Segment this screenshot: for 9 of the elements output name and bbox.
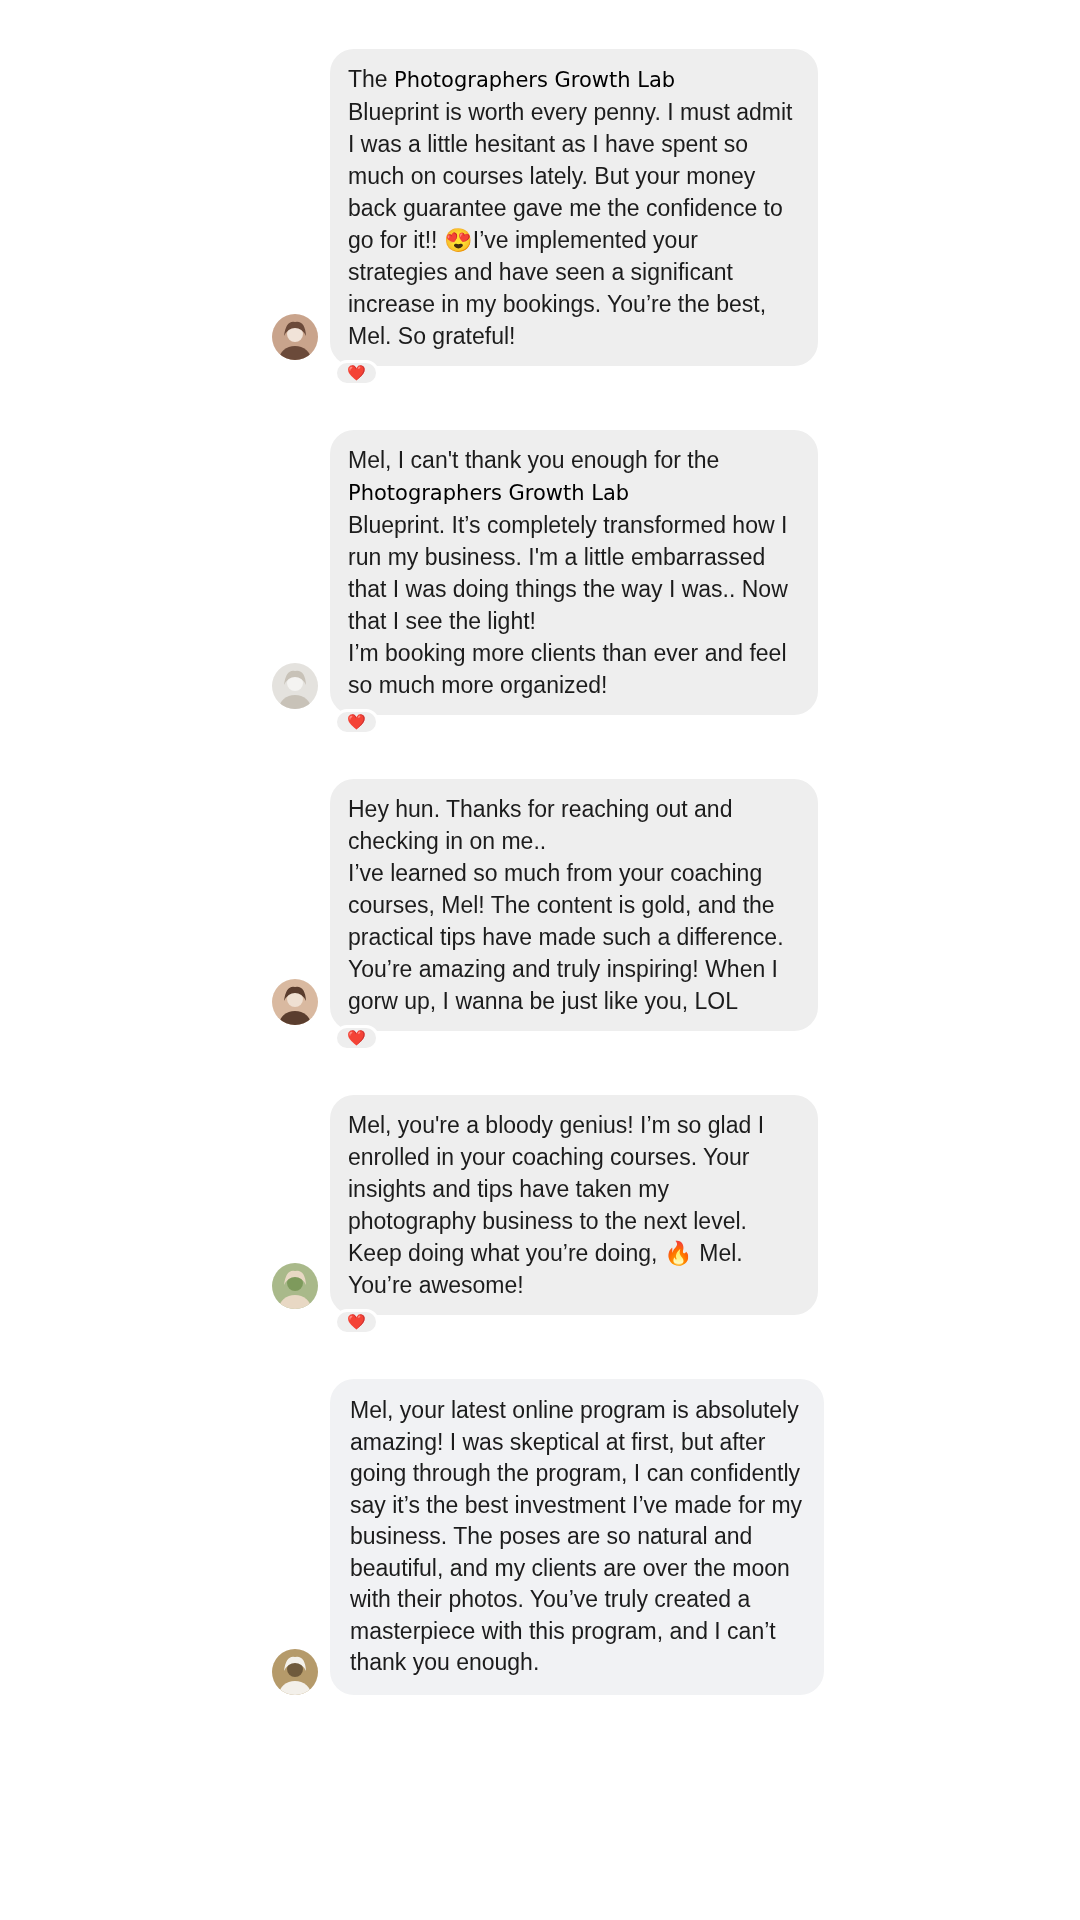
- message-text: Mel, I can't thank you enough for the Photographers Growth Lab Blueprint. It’s completely transformed how I run my business. I'm a little embarrassed that I was doing things the way I was.. Now that I see the light! I’m booking more clients than ever and feel so much more organized!: [348, 446, 789, 700]
- heart-reaction[interactable]: ❤: [334, 709, 379, 735]
- message-text: Hey hun. Thanks for reaching out and checking in on me.. I’ve learned so much from your coaching courses, Mel! The content is gold, and the practical tips have made such a difference. You’re amazing and truly inspiring! When I gorw up, I wanna be just like you, LOL: [348, 795, 785, 1016]
- heart-reaction[interactable]: ❤: [334, 1309, 379, 1335]
- message-text: Mel, you're a bloody genius! I’m so glad I enrolled in your coaching courses. Your insights and tips have taken my photography business to the next level. Keep doing what you’re doing, 🔥 Mel. You’re awesome!: [348, 1111, 766, 1300]
- message-text: The Photographers Growth Lab Blueprint is worth every penny. I must admit I was a little hesitant as I have spent so much on courses lately. But your money back guarantee gave me the confidence to go for it!! 😍I’ve implemented your strategies and have seen a significant increase in my bookings. You’re the best, Mel. So grateful!: [348, 65, 794, 351]
- heart-reaction[interactable]: ❤: [334, 1025, 379, 1051]
- message-text: Mel, your latest online program is absolutely amazing! I was skeptical at first, but after going through the program, I can confidently say it’s the best investment I’ve made for my business. The poses are so natural and beautiful, and my clients are over the moon with their photos. You’ve truly created a masterpiece with this program, and I can’t thank you enough.: [350, 1396, 804, 1677]
- heart-reaction[interactable]: ❤: [334, 360, 379, 386]
